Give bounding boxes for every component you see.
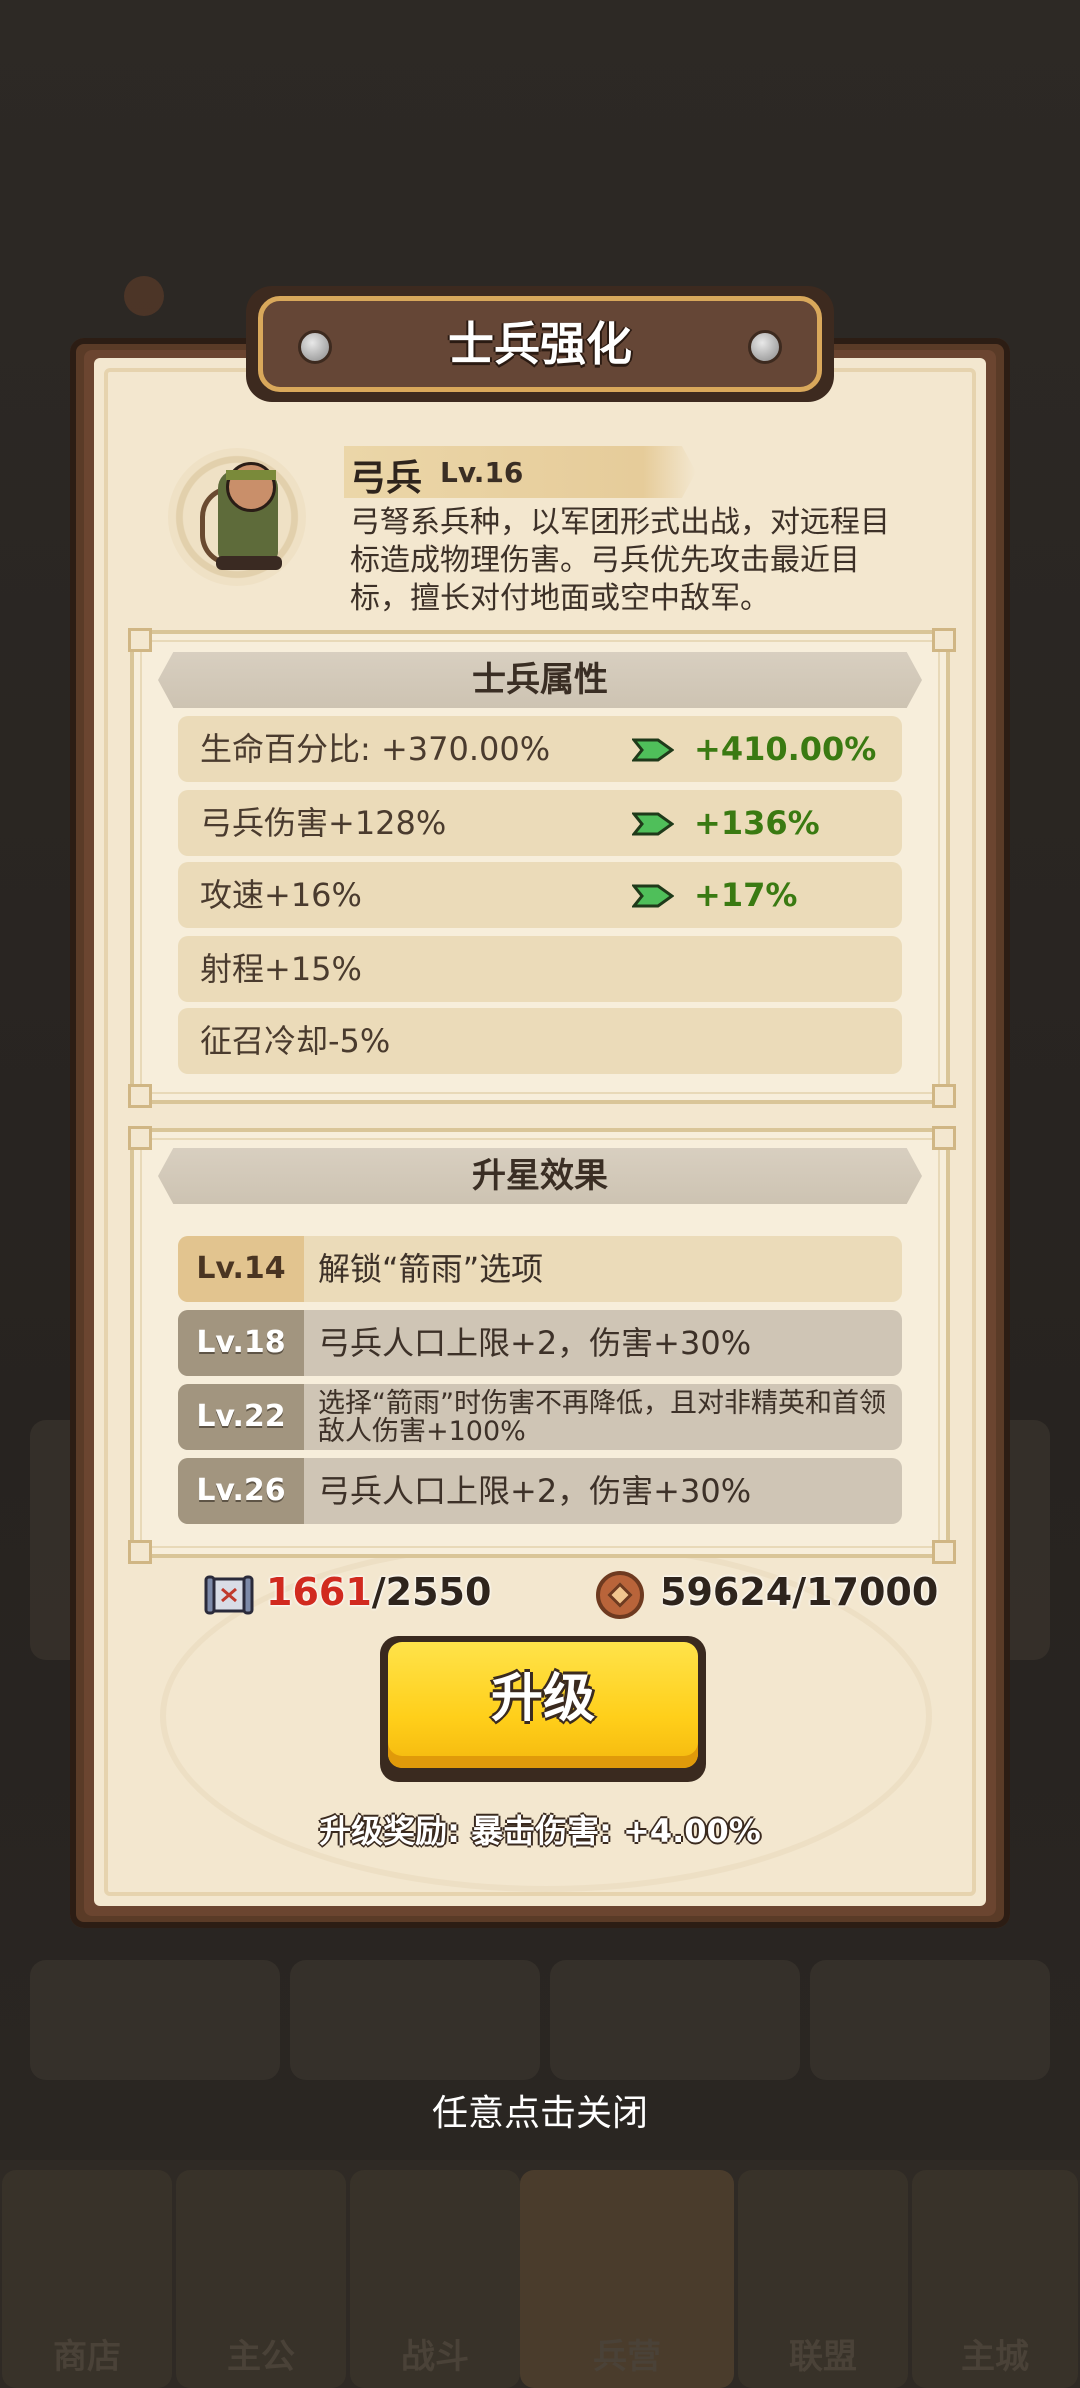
scroll-count: 1661/2550 <box>266 1570 491 1614</box>
background-tab: 主城 <box>912 2170 1078 2388</box>
coin-icon <box>596 1571 644 1619</box>
attribute-row: 射程+15% <box>178 936 902 1002</box>
green-arrow-icon <box>632 812 674 836</box>
tab-label: 主城 <box>961 2337 1029 2377</box>
upgrade-reward: 升级奖励: 暴击伤害: +4.00% <box>319 1812 761 1850</box>
attribute-next: +17% <box>694 876 798 914</box>
background-card <box>290 1960 540 2080</box>
unit-level: Lv.16 <box>440 456 524 489</box>
star-effects-title: 升星效果 <box>472 1156 608 1196</box>
corner-ornament <box>932 1126 956 1150</box>
tab-label: 商店 <box>53 2337 121 2377</box>
star-effect-text: 弓兵人口上限+2，伤害+30% <box>318 1324 752 1362</box>
archer-headband <box>226 470 276 480</box>
background-card <box>810 1960 1050 2080</box>
star-level-tag: Lv.18 <box>178 1310 304 1376</box>
attribute-row: 征召冷却-5% <box>178 1008 902 1074</box>
dialog-title: 士兵强化 <box>448 317 632 371</box>
archer-feet <box>216 556 282 570</box>
corner-ornament <box>128 1126 152 1150</box>
star-effect-row: Lv.26 弓兵人口上限+2，伤害+30% <box>178 1458 902 1524</box>
attribute-current: 生命百分比: +370.00% <box>200 730 551 768</box>
background-tab-active: 兵营 <box>520 2170 734 2388</box>
corner-ornament <box>128 1540 152 1564</box>
background-tab: 战斗 <box>350 2170 520 2388</box>
unit-description: 弓弩系兵种，以军团形式出战，对远程目标造成物理伤害。弓兵优先攻击最近目标，擅长对… <box>350 505 890 616</box>
star-level-tag: Lv.22 <box>178 1384 304 1450</box>
attribute-current: 弓兵伤害+128% <box>200 804 447 842</box>
star-effect-row: Lv.22 选择“箭雨”时伤害不再降低，且对非精英和首领敌人伤害+100% <box>178 1384 902 1450</box>
coin-count: 59624/17000 <box>660 1570 939 1614</box>
attribute-row: 弓兵伤害+128% +136% <box>178 790 902 856</box>
tab-label: 战斗 <box>401 2337 469 2377</box>
background-tab: 联盟 <box>738 2170 908 2388</box>
star-effect-text: 选择“箭雨”时伤害不再降低，且对非精英和首领敌人伤害+100% <box>318 1388 886 1447</box>
star-level-tag: Lv.14 <box>178 1236 304 1302</box>
tab-label: 主公 <box>227 2337 295 2377</box>
corner-ornament <box>932 1540 956 1564</box>
green-arrow-icon <box>632 884 674 908</box>
green-arrow-icon <box>632 738 674 762</box>
scroll-have: 1661 <box>266 1570 372 1614</box>
corner-ornament <box>932 628 956 652</box>
tab-label: 联盟 <box>789 2337 857 2377</box>
star-effect-text: 弓兵人口上限+2，伤害+30% <box>318 1472 752 1510</box>
background-tab: 商店 <box>2 2170 172 2388</box>
unit-name: 弓兵 <box>350 458 423 499</box>
tab-label: 兵营 <box>593 2337 661 2377</box>
notification-badge-icon <box>124 276 164 316</box>
star-effect-row: Lv.14 解锁“箭雨”选项 <box>178 1236 902 1302</box>
attribute-next: +136% <box>694 804 820 842</box>
star-effect-row: Lv.18 弓兵人口上限+2，伤害+30% <box>178 1310 902 1376</box>
background-card <box>30 1960 280 2080</box>
star-level-tag: Lv.26 <box>178 1458 304 1524</box>
scroll-need: /2550 <box>371 1570 492 1614</box>
corner-ornament <box>128 628 152 652</box>
attribute-row: 攻速+16% +17% <box>178 862 902 928</box>
corner-ornament <box>128 1084 152 1108</box>
attribute-current: 攻速+16% <box>200 876 362 914</box>
scroll-icon <box>204 1575 254 1615</box>
corner-ornament <box>932 1084 956 1108</box>
star-effect-text: 解锁“箭雨”选项 <box>318 1250 544 1288</box>
upgrade-button-label[interactable]: 升级 <box>388 1642 698 1756</box>
attribute-next: +410.00% <box>694 730 877 768</box>
background-card <box>550 1960 800 2080</box>
tap-to-close-hint[interactable]: 任意点击关闭 <box>0 2084 1080 2136</box>
attributes-title: 士兵属性 <box>472 660 608 700</box>
attribute-current: 征召冷却-5% <box>200 1022 391 1060</box>
background-tab: 主公 <box>176 2170 346 2388</box>
attribute-row: 生命百分比: +370.00% +410.00% <box>178 716 902 782</box>
attribute-current: 射程+15% <box>200 950 362 988</box>
